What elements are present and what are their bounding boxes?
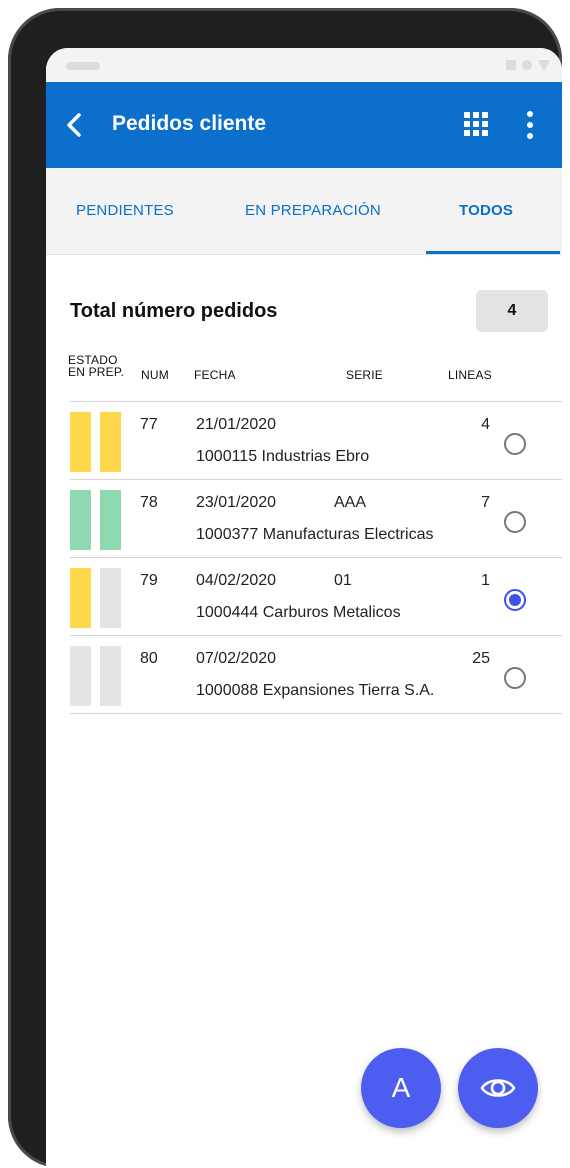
order-num: 80 (140, 650, 158, 667)
tab-pendientes[interactable]: PENDIENTES (76, 202, 174, 219)
order-lines: 7 (481, 494, 490, 511)
tab-en-preparacion[interactable]: EN PREPARACIÓN (245, 202, 381, 219)
total-orders-count: 4 (476, 290, 548, 332)
estado-indicator (70, 568, 91, 628)
active-tab-indicator (426, 251, 560, 254)
phone-frame: Pedidos cliente PENDIENTES EN PREPARACIÓ… (8, 8, 562, 1168)
order-lines: 4 (481, 416, 490, 433)
column-header-fecha: FECHA (194, 368, 236, 382)
order-row[interactable]: 78 23/01/2020 AAA 7 1000377 Manufacturas… (70, 479, 562, 557)
app-bar: Pedidos cliente (46, 82, 562, 168)
order-lines: 25 (472, 650, 490, 667)
fab-a-button[interactable]: A (361, 1048, 441, 1128)
order-client: 1000088 Expansiones Tierra S.A. (196, 682, 435, 699)
order-date: 04/02/2020 (196, 572, 277, 589)
orders-list: 77 21/01/2020 4 1000115 Industrias Ebro … (70, 401, 562, 714)
order-date: 07/02/2020 (196, 650, 277, 667)
eye-icon (480, 1079, 516, 1097)
order-select-radio[interactable] (504, 511, 526, 533)
order-date: 21/01/2020 (196, 416, 277, 433)
order-client: 1000377 Manufacturas Electricas (196, 526, 434, 543)
order-row[interactable]: 77 21/01/2020 4 1000115 Industrias Ebro (70, 401, 562, 479)
column-header-num: NUM (141, 368, 169, 382)
column-header-serie: SERIE (346, 368, 384, 382)
tab-todos[interactable]: TODOS (459, 202, 513, 219)
order-date: 23/01/2020 (196, 494, 277, 511)
square-icon (506, 60, 516, 70)
column-header-estado: ESTADO EN PREP. (68, 354, 124, 378)
column-header-estado-line2: EN PREP. (68, 365, 125, 379)
more-vert-icon[interactable] (518, 110, 542, 140)
chevron-left-icon[interactable] (62, 111, 86, 139)
estado-indicator (70, 490, 91, 550)
order-num: 79 (140, 572, 158, 589)
prep-indicator (100, 646, 121, 706)
order-client: 1000115 Industrias Ebro (196, 448, 370, 465)
order-num: 77 (140, 416, 158, 433)
camera-notch (66, 62, 100, 70)
order-select-radio[interactable] (504, 667, 526, 689)
circle-icon (522, 60, 532, 70)
estado-indicator (70, 646, 91, 706)
apps-grid-icon[interactable] (464, 112, 488, 136)
prep-indicator (100, 490, 121, 550)
prep-indicator (100, 412, 121, 472)
prep-indicator (100, 568, 121, 628)
order-num: 78 (140, 494, 158, 511)
status-bar (46, 48, 562, 82)
order-lines: 1 (481, 572, 490, 589)
status-icons (506, 58, 550, 72)
page-title: Pedidos cliente (112, 112, 267, 135)
triangle-icon (538, 59, 550, 71)
order-row[interactable]: 79 04/02/2020 01 1 1000444 Carburos Meta… (70, 557, 562, 635)
order-series: 01 (334, 572, 352, 589)
order-row[interactable]: 80 07/02/2020 25 1000088 Expansiones Tie… (70, 635, 562, 714)
estado-indicator (70, 412, 91, 472)
order-series: AAA (334, 494, 367, 511)
app-screen: Pedidos cliente PENDIENTES EN PREPARACIÓ… (46, 48, 562, 1168)
tab-bar: PENDIENTES EN PREPARACIÓN TODOS (46, 168, 562, 255)
column-header-lineas: LINEAS (448, 368, 492, 382)
order-client: 1000444 Carburos Metalicos (196, 604, 401, 621)
total-orders-label: Total número pedidos (70, 300, 278, 322)
order-select-radio[interactable] (504, 433, 526, 455)
order-select-radio[interactable] (504, 589, 526, 611)
fab-view-button[interactable] (458, 1048, 538, 1128)
